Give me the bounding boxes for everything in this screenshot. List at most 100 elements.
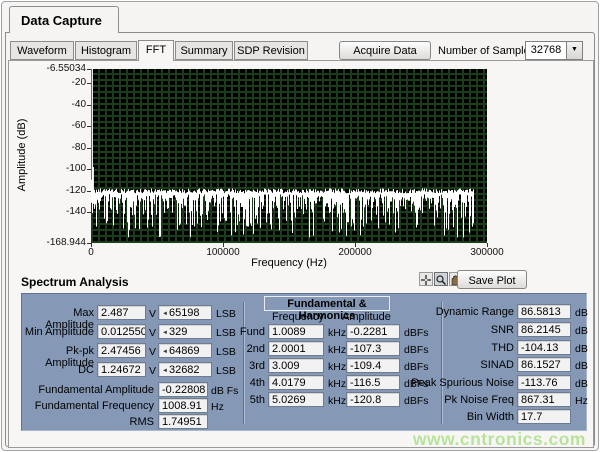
fft-plot[interactable] (91, 69, 487, 243)
pk-noise-freq-field[interactable]: 867.31 (517, 392, 571, 407)
harmonics-freq-header: Frequency (272, 311, 324, 323)
pkpk-amplitude-volts-unit: V (149, 346, 156, 358)
min-amplitude-volts-field[interactable]: 0.012550· (97, 324, 146, 339)
harmonics-title: Fundamental & Harmonics (264, 296, 390, 311)
y-axis-title: Amplitude (dB) (16, 95, 30, 215)
harm-freq-unit: kHz (328, 395, 346, 407)
x-tick-mark (223, 243, 224, 247)
y-tick-mark (87, 126, 91, 127)
y-tick-label: -140 (9, 206, 86, 217)
tab-waveform[interactable]: Waveform (10, 41, 74, 60)
y-tick-mark (87, 169, 91, 170)
dynamic-range-field[interactable]: 86.5813 (517, 304, 571, 319)
rms-label: RMS (32, 416, 154, 428)
tab-sdp-revision[interactable]: SDP Revision (234, 41, 308, 60)
dc-volts-field[interactable]: 1.24672 (97, 362, 146, 377)
pkpk-amplitude-lsb-field[interactable]: ◄64869 (158, 343, 212, 358)
snr-label: SNR (384, 324, 514, 336)
x-tick-mark (487, 243, 488, 247)
dynamic-range-label: Dynamic Range (384, 306, 514, 318)
overflow-arrow-icon: ◄ (162, 311, 168, 317)
chevron-down-icon: ▼ (571, 46, 578, 53)
harm-row-label: 2nd (235, 343, 265, 355)
x-axis-title: Frequency (Hz) (209, 257, 369, 269)
tab-summary[interactable]: Summary (175, 41, 233, 60)
acquire-data-button[interactable]: Acquire Data (339, 41, 431, 60)
y-tick-label: -40 (9, 99, 86, 110)
fundamental-frequency-unit: Hz (211, 401, 224, 413)
y-tick-mark (87, 191, 91, 192)
peak-spurious-noise-field[interactable]: -113.76 (517, 375, 571, 390)
zoom-tool-button[interactable] (434, 272, 448, 286)
bin-width-label: Bin Width (384, 411, 514, 423)
snr-unit: dB (575, 325, 588, 337)
harm-freq-unit: kHz (328, 327, 346, 339)
overflow-arrow-icon: ◄ (162, 349, 168, 355)
rms-field[interactable]: 1.74951 (158, 414, 208, 429)
dc-label: DC (22, 364, 94, 376)
harm-freq-unit: kHz (328, 378, 346, 390)
data-capture-page: Waveform Histogram FFT Summary SDP Revis… (5, 32, 595, 447)
tab-histogram[interactable]: Histogram (75, 41, 137, 60)
save-plot-button[interactable]: Save Plot (457, 270, 527, 289)
min-amplitude-volts-unit: V (149, 327, 156, 339)
watermark: www.cntronics.com (413, 429, 586, 450)
number-of-samples-value[interactable]: 32768 (525, 41, 567, 60)
peak-spurious-noise-label: Peak Spurious Noise (384, 377, 514, 389)
spectrum-analysis-heading: Spectrum Analysis (21, 275, 129, 289)
thd-field[interactable]: -104.13 (517, 340, 571, 355)
dc-lsb-field[interactable]: ◄32682 (158, 362, 212, 377)
magnifier-icon (435, 274, 447, 286)
pk-noise-freq-label: Pk Noise Freq (384, 394, 514, 406)
pk-noise-freq-unit: Hz (575, 395, 588, 407)
y-tick-mark (87, 83, 91, 84)
harm-5th-freq-field[interactable]: 5.0269 (268, 392, 324, 407)
pkpk-amplitude-volts-field[interactable]: 2.47456 (97, 343, 146, 358)
page-tab-data-capture[interactable]: Data Capture (9, 6, 119, 33)
x-tick-label: 300000 (457, 247, 517, 258)
harm-row-label: 5th (235, 394, 265, 406)
y-tick-label: -6.55034 (9, 63, 86, 74)
crosshair-icon (420, 274, 432, 286)
sinad-field[interactable]: 86.1527 (517, 357, 571, 372)
min-amplitude-lsb-field[interactable]: ◄329 (158, 324, 212, 339)
harm-freq-unit: kHz (328, 344, 346, 356)
bin-width-field[interactable]: 17.7 (517, 409, 571, 424)
y-tick-label: -20 (9, 77, 86, 88)
number-of-samples-dropdown-button[interactable]: ▼ (566, 41, 583, 60)
max-amplitude-volts-field[interactable]: 2.487 (97, 305, 146, 320)
harm-4th-freq-field[interactable]: 4.0179 (268, 375, 324, 390)
crosshair-tool-button[interactable] (419, 272, 433, 286)
dc-volts-unit: V (149, 365, 156, 377)
sinad-unit: dB (575, 360, 588, 372)
fft-trace (91, 69, 487, 243)
harm-row-label: 4th (235, 377, 265, 389)
thd-unit: dB (575, 343, 588, 355)
harm-2nd-freq-field[interactable]: 2.0001 (268, 341, 324, 356)
fft-tab-content: Amplitude (dB) -6.55034-20-40-60-80-100-… (8, 60, 594, 448)
snr-field[interactable]: 86.2145 (517, 322, 571, 337)
harm-fund-freq-field[interactable]: 1.0089 (268, 324, 324, 339)
y-tick-mark (87, 212, 91, 213)
pkpk-amplitude-lsb-unit: LSB (216, 346, 236, 358)
harm-3rd-freq-field[interactable]: 3.009 (268, 358, 324, 373)
dc-lsb-unit: LSB (216, 365, 236, 377)
fundamental-frequency-label: Fundamental Frequency (32, 400, 154, 412)
data-capture-window: Data Capture Waveform Histogram FFT Summ… (1, 1, 599, 451)
x-tick-mark (355, 243, 356, 247)
harm-row-label: 3rd (235, 360, 265, 372)
fundamental-frequency-field[interactable]: 1008.91 (158, 398, 208, 413)
harm-row-label: Fund (235, 326, 265, 338)
y-tick-label: -100 (9, 163, 86, 174)
max-amplitude-lsb-field[interactable]: ◄65198 (158, 305, 212, 320)
fundamental-amplitude-field[interactable]: -0.22808 (158, 382, 208, 397)
harm-freq-unit: kHz (328, 361, 346, 373)
y-tick-label: -80 (9, 142, 86, 153)
thd-label: THD (384, 342, 514, 354)
overflow-arrow-icon: ◄ (162, 368, 168, 374)
max-amplitude-volts-unit: V (149, 308, 156, 320)
tab-fft[interactable]: FFT (138, 40, 174, 61)
number-of-samples-label: Number of Samples (438, 45, 535, 57)
x-tick-mark (91, 243, 92, 247)
y-tick-label: -120 (9, 185, 86, 196)
